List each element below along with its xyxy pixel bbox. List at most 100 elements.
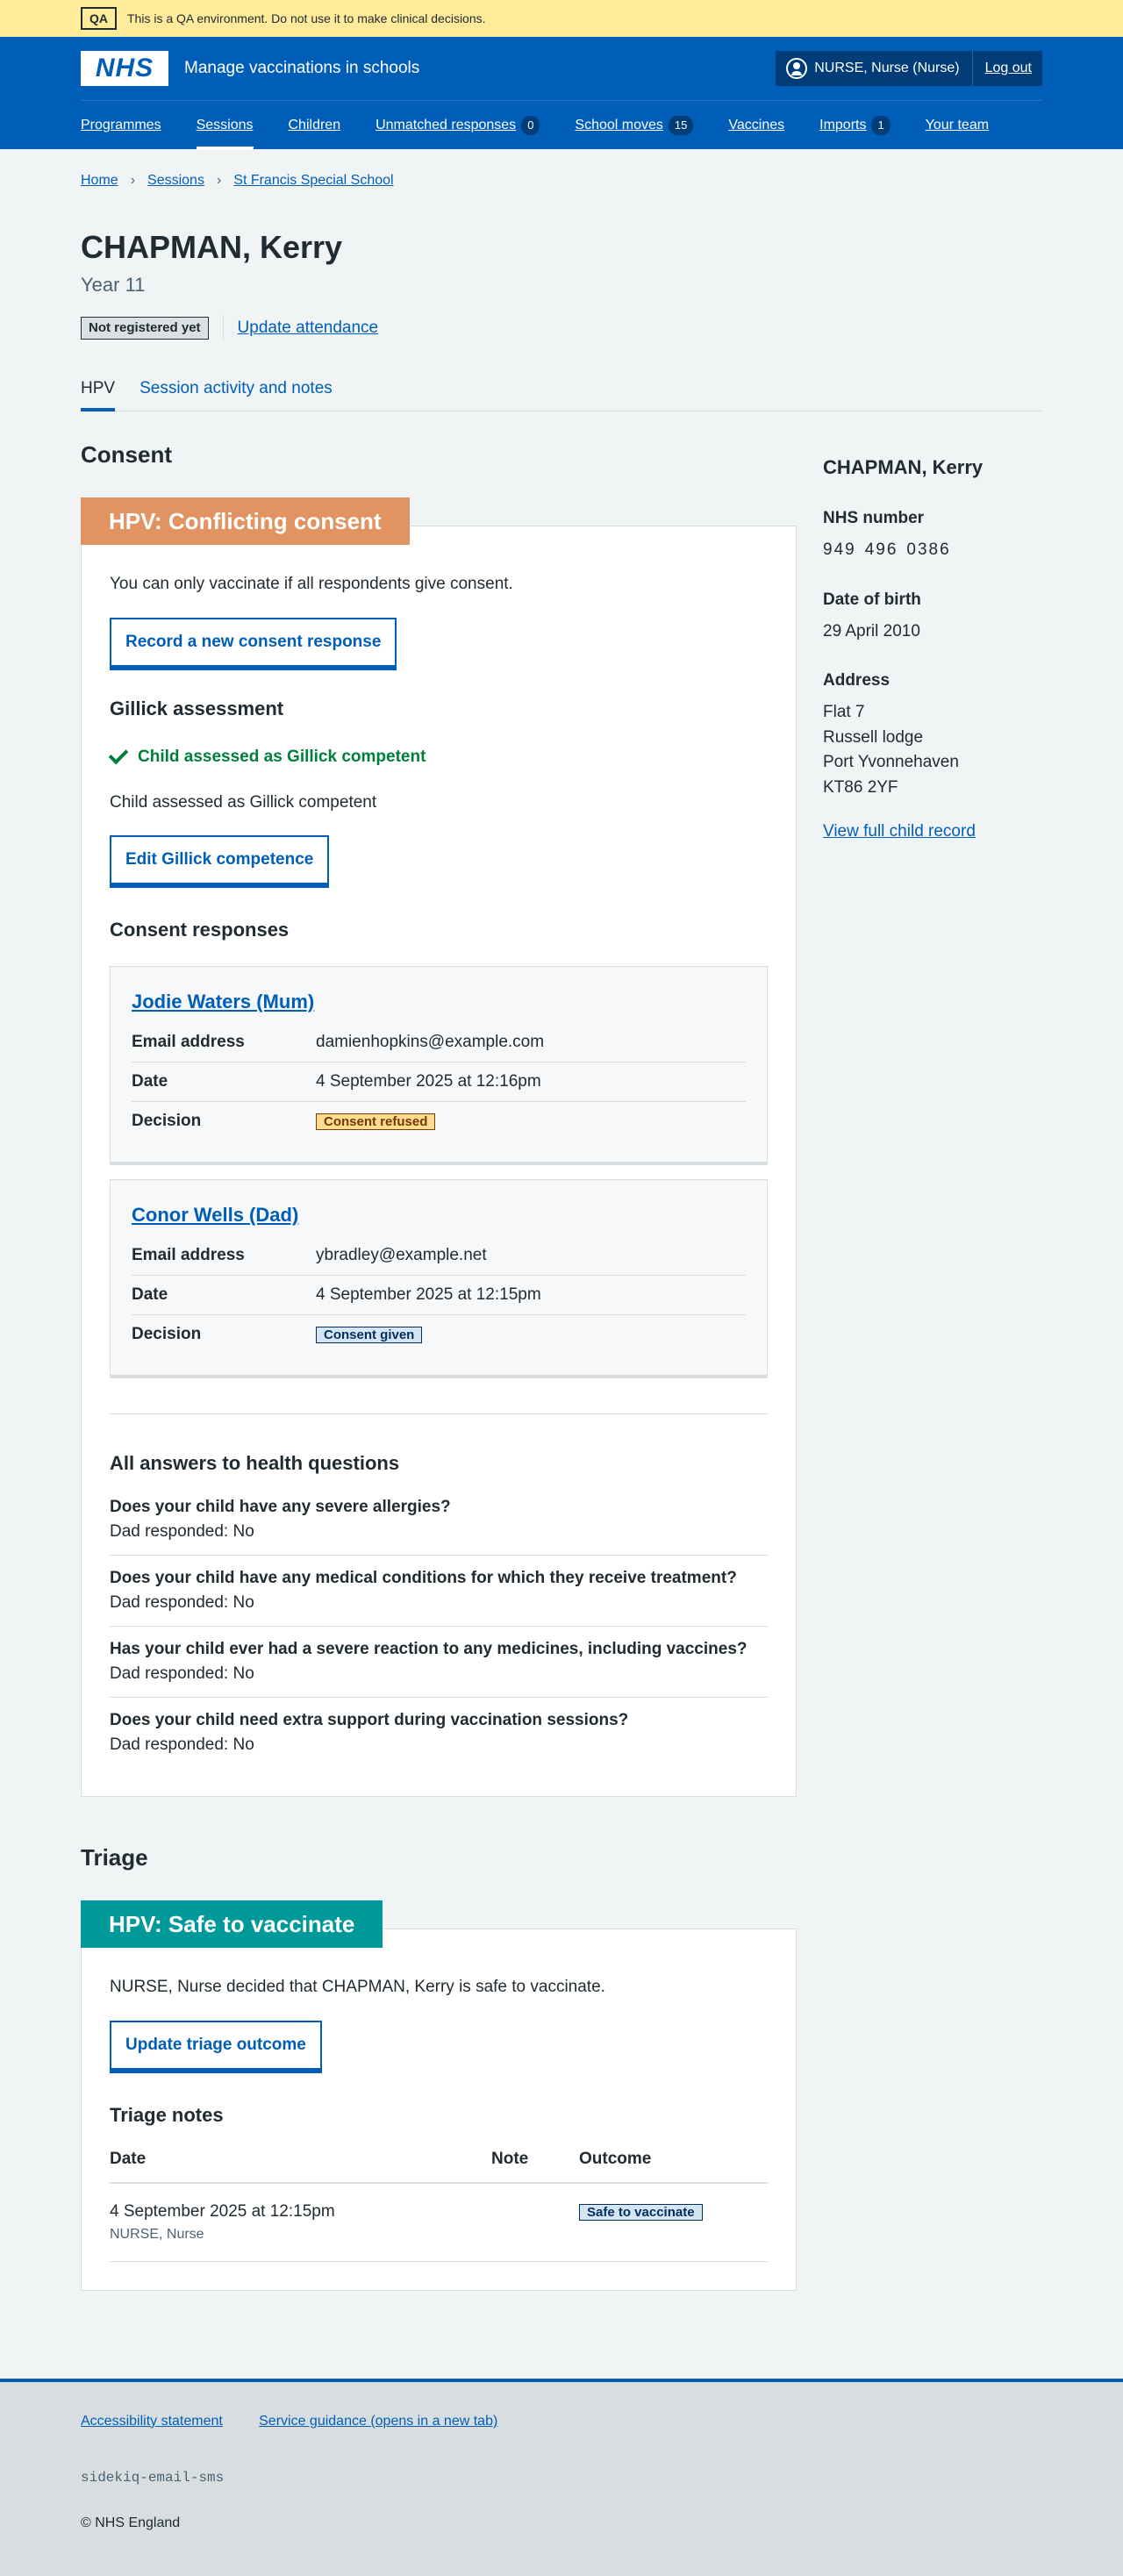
nav-imports[interactable]: Imports 1	[819, 101, 891, 150]
address-line: KT86 2YF	[823, 777, 898, 797]
primary-nav: Programmes Sessions Children Unmatched r…	[81, 100, 1042, 150]
nav-children[interactable]: Children	[289, 101, 341, 150]
check-icon	[108, 744, 129, 764]
nav-link[interactable]: Unmatched responses	[376, 115, 516, 136]
nav-programmes[interactable]: Programmes	[81, 101, 161, 150]
record-consent-button[interactable]: Record a new consent response	[110, 618, 397, 668]
row-label: Decision	[132, 1111, 202, 1130]
tab-link[interactable]: Session activity and notes	[139, 376, 333, 401]
nav-link[interactable]: Sessions	[197, 115, 254, 136]
address-line: Russell lodge	[823, 727, 924, 747]
health-question: Does your child have any severe allergie…	[110, 1485, 768, 1556]
answer-text: Dad responded: No	[110, 1664, 254, 1683]
main-column: Consent HPV: Conflicting consent You can…	[81, 438, 797, 2291]
column-header: Outcome	[579, 2140, 768, 2185]
nav-sessions[interactable]: Sessions	[196, 101, 254, 150]
respondent-link[interactable]: Jodie Waters (Mum)	[132, 991, 314, 1013]
service-name[interactable]: Manage vaccinations in schools	[184, 56, 419, 81]
nhs-logo[interactable]: NHS	[81, 51, 168, 86]
logout-link[interactable]: Log out	[985, 58, 1032, 79]
brand[interactable]: NHS Manage vaccinations in schools	[81, 51, 419, 86]
column-header: Date	[110, 2140, 491, 2185]
question-text: Does your child have any severe allergie…	[110, 1498, 451, 1517]
qa-banner: QA This is a QA environment. Do not use …	[0, 0, 1123, 37]
account-bar: NURSE, Nurse (Nurse) Log out	[776, 51, 1042, 86]
question-text: Does your child need extra support durin…	[110, 1710, 629, 1729]
triage-card-heading: HPV: Safe to vaccinate	[81, 1900, 383, 1949]
view-child-record-link[interactable]: View full child record	[823, 822, 976, 841]
health-question: Does your child need extra support durin…	[110, 1698, 768, 1768]
triage-date: 4 September 2025 at 12:15pm	[110, 2202, 335, 2222]
qa-banner-text: This is a QA environment. Do not use it …	[127, 11, 486, 25]
column-header: Note	[491, 2140, 579, 2185]
consent-section-title: Consent	[81, 441, 172, 469]
answer-text: Dad responded: No	[110, 1735, 254, 1754]
email-value: ybradley@example.net	[316, 1246, 487, 1265]
divider	[222, 315, 224, 342]
answer-text: Dad responded: No	[110, 1593, 254, 1613]
respondent-link[interactable]: Conor Wells (Dad)	[132, 1204, 298, 1226]
nav-unmatched-responses[interactable]: Unmatched responses 0	[376, 101, 540, 150]
edit-gillick-button[interactable]: Edit Gillick competence	[110, 835, 330, 885]
breadcrumb-home[interactable]: Home	[81, 170, 118, 191]
date-value: 4 September 2025 at 12:15pm	[316, 1285, 541, 1305]
copyright: © NHS England	[81, 2515, 181, 2531]
consent-responses-title: Consent responses	[110, 919, 290, 941]
nhs-number-part: 496	[864, 540, 898, 560]
nav-link[interactable]: Imports	[819, 115, 866, 136]
row-label: Decision	[132, 1325, 202, 1343]
main-content: Home › Sessions › St Francis Special Sch…	[81, 149, 1042, 2291]
nav-link[interactable]: Your team	[926, 115, 989, 136]
nhs-number-part: 949	[823, 540, 856, 560]
consent-card: HPV: Conflicting consent You can only va…	[81, 497, 797, 1797]
site-header: NHS Manage vaccinations in schools NURSE…	[0, 37, 1123, 150]
row-label: Email address	[132, 1033, 245, 1052]
health-questions-title: All answers to health questions	[110, 1451, 400, 1474]
breadcrumb-sessions[interactable]: Sessions	[147, 170, 204, 191]
count-badge: 15	[668, 116, 694, 135]
question-text: Has your child ever had a severe reactio…	[110, 1639, 747, 1658]
consent-response-card: Conor Wells (Dad) Email address ybradley@…	[110, 1178, 768, 1378]
gillick-text: Child assessed as Gillick competent	[110, 792, 377, 812]
update-triage-button[interactable]: Update triage outcome	[110, 2020, 322, 2070]
accessibility-link[interactable]: Accessibility statement	[81, 2414, 223, 2429]
nav-your-team[interactable]: Your team	[926, 101, 989, 150]
health-question: Does your child have any medical conditi…	[110, 1556, 768, 1627]
child-summary-sidebar: CHAPMAN, Kerry NHS number 949 496 0386 Dat…	[823, 438, 1042, 2291]
address-block: Address Flat 7 Russell lodge Port Yvonne…	[823, 669, 1042, 800]
dob-value: 29 April 2010	[823, 621, 920, 640]
gillick-title: Gillick assessment	[110, 698, 284, 720]
triage-by: NURSE, Nurse	[110, 2227, 204, 2243]
table-row: 4 September 2025 at 12:15pm NURSE, Nurse…	[110, 2183, 768, 2262]
consent-message: You can only vaccinate if all respondent…	[110, 575, 513, 594]
nhs-number: 949 496 0386	[823, 538, 1042, 563]
update-attendance-link[interactable]: Update attendance	[238, 316, 379, 340]
registration-status-tag: Not registered yet	[81, 317, 209, 340]
triage-note	[491, 2183, 579, 2262]
nav-link[interactable]: School moves	[575, 115, 663, 136]
triage-section-title: Triage	[81, 1843, 148, 1871]
gillick-status: Child assessed as Gillick competent	[108, 744, 768, 769]
decision-tag: Consent given	[316, 1327, 423, 1343]
gillick-status-text: Child assessed as Gillick competent	[138, 747, 426, 766]
consent-card-heading: HPV: Conflicting consent	[81, 497, 410, 546]
nav-link[interactable]: Children	[289, 115, 341, 136]
user-name: NURSE, Nurse (Nurse)	[814, 61, 960, 76]
nav-vaccines[interactable]: Vaccines	[728, 101, 784, 150]
triage-card: HPV: Safe to vaccinate NURSE, Nurse deci…	[81, 1900, 797, 2291]
decision-tag: Consent refused	[316, 1113, 436, 1130]
page-title: CHAPMAN, Kerry	[81, 228, 343, 265]
dob-block: Date of birth 29 April 2010	[823, 588, 1042, 644]
row-label: NHS number	[823, 509, 925, 528]
tab-session-activity[interactable]: Session activity and notes	[139, 366, 333, 411]
triage-message: NURSE, Nurse decided that CHAPMAN, Kerry…	[110, 1978, 605, 1997]
date-value: 4 September 2025 at 12:16pm	[316, 1071, 541, 1091]
nav-link[interactable]: Programmes	[81, 115, 161, 136]
nav-school-moves[interactable]: School moves 15	[575, 101, 694, 150]
sidebar-child-name: CHAPMAN, Kerry	[823, 456, 984, 479]
breadcrumb: Home › Sessions › St Francis Special Sch…	[81, 149, 1042, 191]
breadcrumb-school[interactable]: St Francis Special School	[233, 170, 393, 191]
tab-hpv[interactable]: HPV	[81, 366, 116, 412]
service-guidance-link[interactable]: Service guidance (opens in a new tab)	[259, 2414, 497, 2429]
nav-link[interactable]: Vaccines	[728, 115, 784, 136]
